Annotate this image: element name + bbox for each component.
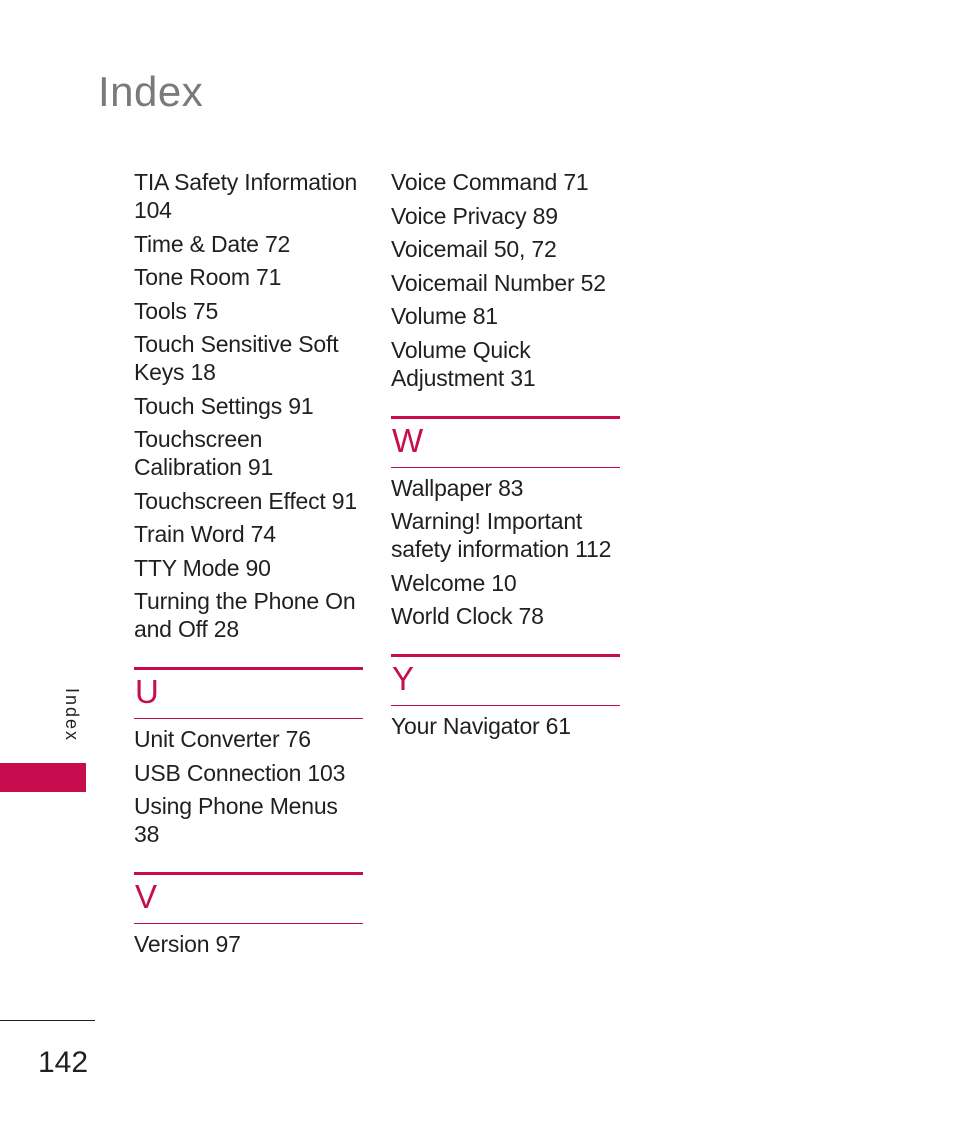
index-entry: Voice Command 71: [391, 169, 589, 195]
index-entry: Volume 81: [391, 303, 498, 329]
side-tab-marker: [0, 763, 86, 792]
index-column-right: Voice Command 71 Voice Privacy 89 Voicem…: [391, 168, 620, 746]
index-entry: Using Phone Menus 38: [134, 793, 338, 847]
index-column-left: TIA Safety Information 104 Time & Date 7…: [134, 168, 363, 964]
index-entry: Voice Privacy 89: [391, 202, 558, 229]
index-entry: Version 97: [134, 931, 241, 957]
index-entry: Time & Date 72: [134, 230, 291, 257]
index-entry: Touch Settings 91: [134, 392, 314, 419]
index-entry: Touchscreen Effect 91: [134, 487, 357, 514]
index-entry: Volume Quick Adjustment 31: [391, 336, 536, 391]
index-section-w: W Wallpaper 83 Warning! Important safety…: [391, 415, 620, 631]
footer-divider: [0, 1020, 95, 1021]
index-section-u: U Unit Converter 76 USB Connection 103 U…: [134, 667, 363, 848]
index-entry: Train Word 74: [134, 521, 276, 547]
section-letter: W: [392, 421, 424, 459]
index-entry: World Clock 78: [391, 603, 544, 629]
index-entry: TIA Safety Information 104: [134, 169, 358, 223]
index-entry: Touch Sensitive Soft Keys 18: [134, 331, 339, 385]
section-letter: Y: [392, 660, 415, 697]
index-entry: Wallpaper 83: [391, 474, 524, 501]
section-divider: [134, 718, 363, 719]
section-letter: V: [135, 878, 158, 915]
index-entry: Your Navigator 61: [391, 713, 571, 739]
index-section-v: V Version 97: [134, 872, 363, 958]
index-entry: Tools 75: [134, 297, 219, 324]
side-tab-label: Index: [62, 688, 82, 743]
section-divider: [391, 466, 620, 468]
index-entry: Welcome 10: [391, 569, 517, 596]
index-entry: Touchscreen Calibration 91: [134, 426, 274, 480]
page-number: 142: [38, 1046, 89, 1079]
page-title: Index: [98, 68, 204, 115]
index-entry: Voicemail Number 52: [391, 269, 606, 296]
index-entry: Warning! Important safety information 11…: [391, 508, 612, 562]
index-entry: Turning the Phone On and Off 28: [134, 588, 356, 642]
index-entry: USB Connection 103: [134, 759, 346, 786]
index-entry: Unit Converter 76: [134, 726, 311, 752]
section-divider: [134, 923, 363, 924]
index-entry: Tone Room 71: [134, 264, 282, 290]
index-section-y: Y Your Navigator 61: [391, 654, 620, 740]
index-entry: TTY Mode 90: [134, 554, 271, 581]
section-divider: [391, 705, 620, 706]
section-letter: U: [135, 673, 159, 710]
index-entry: Voicemail 50, 72: [391, 236, 557, 262]
